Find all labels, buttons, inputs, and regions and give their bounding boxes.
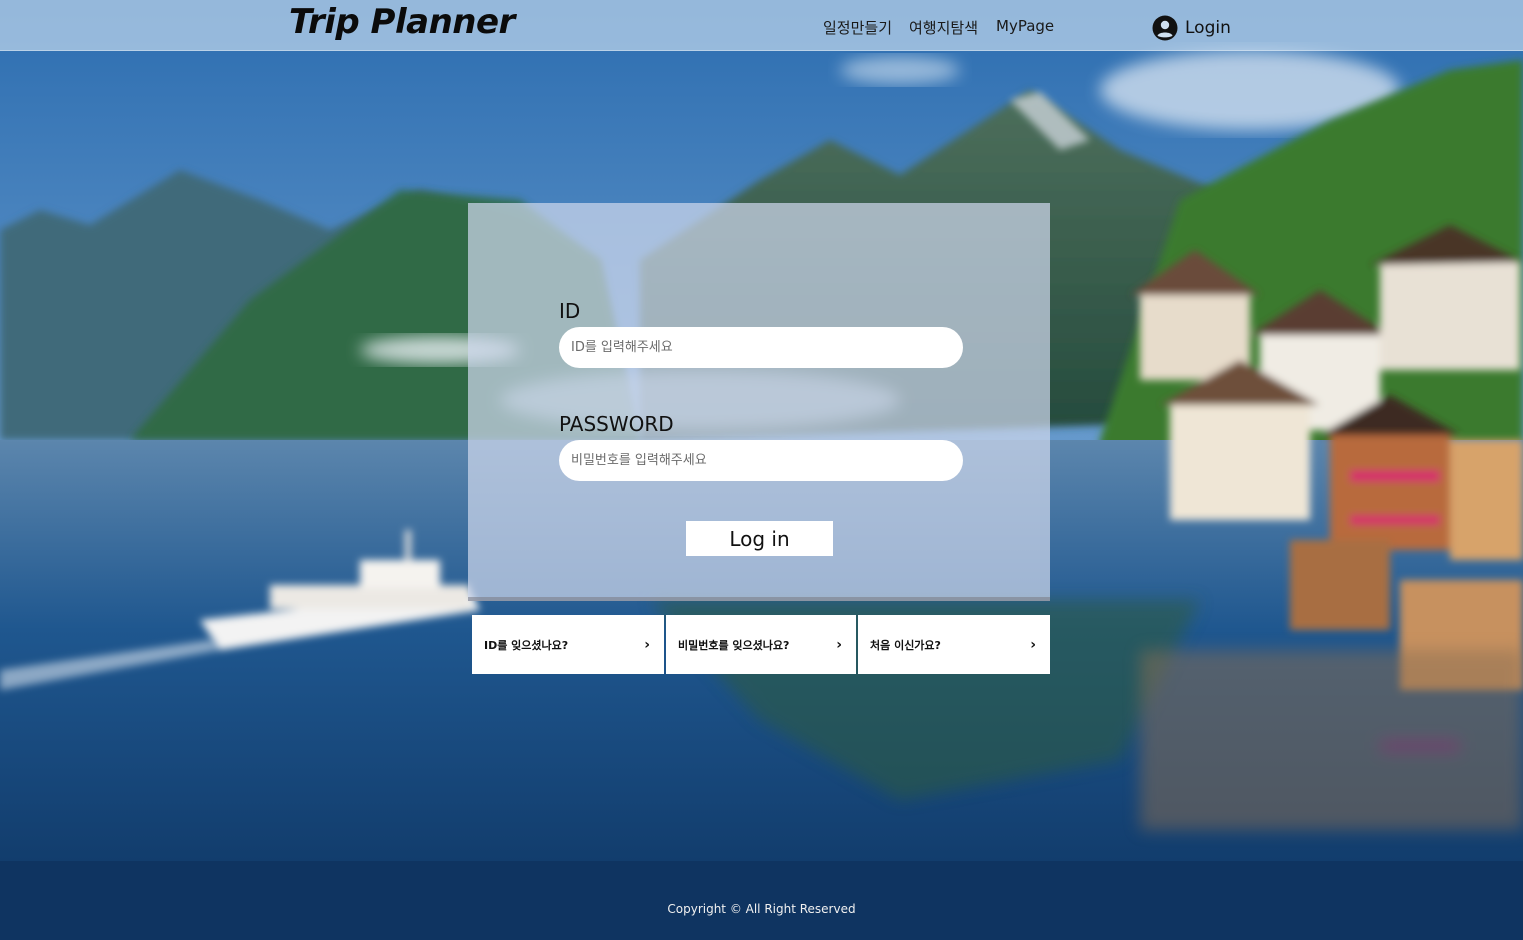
header-login-link[interactable]: Login: [1152, 15, 1231, 41]
login-submit-button[interactable]: Log in: [686, 521, 833, 556]
nav-explore-destinations[interactable]: 여행지탐색: [909, 17, 978, 38]
login-panel: ID PASSWORD Log in: [468, 203, 1050, 601]
copyright-text: Copyright © All Right Reserved: [667, 902, 856, 916]
signup-link[interactable]: 처음 이신가요? ›: [858, 615, 1050, 674]
forgot-id-link[interactable]: ID를 잊으셨나요? ›: [472, 615, 664, 674]
top-header: Trip Planner 일정만들기 여행지탐색 MyPage Login: [0, 0, 1523, 51]
password-input[interactable]: [559, 440, 963, 481]
user-circle-icon: [1152, 15, 1178, 41]
nav-mypage[interactable]: MyPage: [996, 17, 1054, 35]
chevron-right-icon: ›: [644, 636, 650, 653]
nav-create-itinerary[interactable]: 일정만들기: [823, 17, 892, 38]
forgot-password-label: 비밀번호를 잊으셨나요?: [678, 638, 790, 652]
forgot-password-link[interactable]: 비밀번호를 잊으셨나요? ›: [666, 615, 856, 674]
id-label: ID: [559, 299, 581, 323]
header-login-label: Login: [1185, 18, 1231, 38]
signup-label: 처음 이신가요?: [870, 638, 941, 652]
chevron-right-icon: ›: [836, 636, 842, 653]
forgot-id-label: ID를 잊으셨나요?: [484, 638, 569, 652]
chevron-right-icon: ›: [1030, 636, 1036, 653]
id-input[interactable]: [559, 327, 963, 368]
page-footer: Copyright © All Right Reserved: [0, 861, 1523, 940]
password-label: PASSWORD: [559, 412, 674, 436]
brand-logo[interactable]: Trip Planner: [289, 2, 515, 42]
